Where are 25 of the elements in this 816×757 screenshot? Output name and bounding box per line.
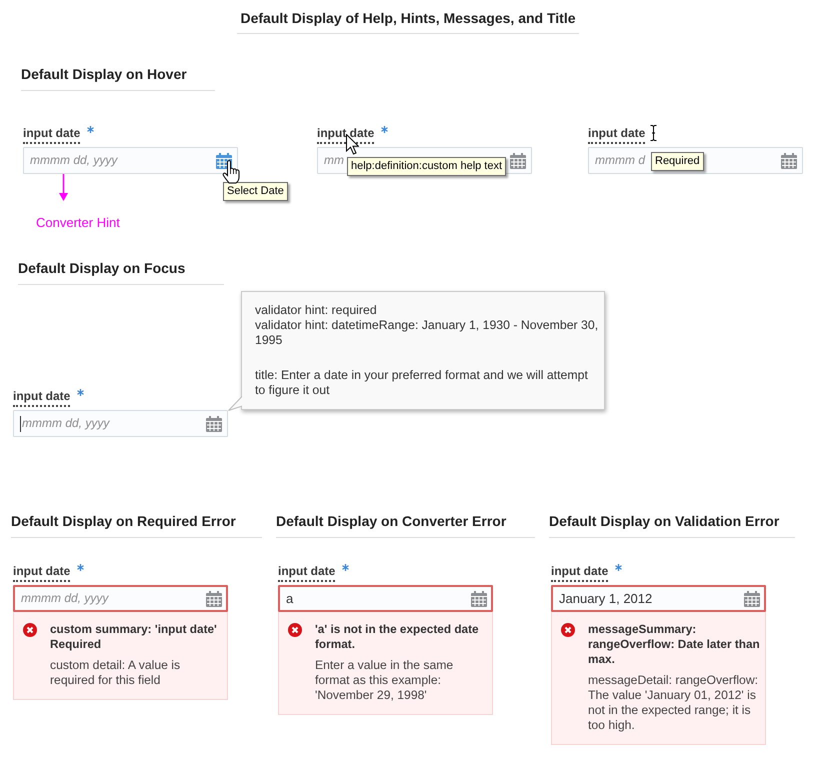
field-label: input date <box>13 389 70 407</box>
error-detail: Enter a value in the same format as this example: 'November 29, 1998' <box>315 658 454 703</box>
field-label: input date <box>551 564 608 582</box>
error-summary: messageSummary: rangeOverflow: Date later than max. <box>588 622 761 667</box>
tooltip: Required <box>651 152 704 171</box>
tooltip: Select Date <box>223 182 288 201</box>
field-label: input date <box>588 126 646 144</box>
field-label: input date <box>13 564 70 582</box>
section-heading: Default Display on Validation Error <box>549 513 780 530</box>
page-title: Default Display of Help, Hints, Messages, and Title <box>240 10 576 27</box>
hint-text: validator hint: required <box>255 303 378 318</box>
title-text: title: Enter a date in your preferred format and we will attempt to figure it out <box>255 368 589 398</box>
section-heading: Default Display on Hover <box>21 66 187 83</box>
field-label: input date <box>278 564 336 582</box>
section-heading: Default Display on Focus <box>18 260 186 277</box>
error-summary: custom summary: 'input date' Required <box>50 622 218 652</box>
annotation-label: Converter Hint <box>36 216 120 230</box>
error-detail: custom detail: A value is required for this field <box>50 658 182 688</box>
section-heading: Default Display on Converter Error <box>276 513 506 530</box>
hint-text: validator hint: datetimeRange: January 1, 1930 - November 30, 1995 <box>255 318 600 348</box>
tooltip: help:definition:custom help text <box>347 157 506 176</box>
error-detail: messageDetail: rangeOverflow: The value 'January 01, 2012' is not in the expected range; it is too high. <box>588 673 760 733</box>
field-label: input date <box>23 126 80 144</box>
error-summary: 'a' is not in the expected date format. <box>315 622 480 652</box>
section-heading: Default Display on Required Error <box>11 513 236 530</box>
